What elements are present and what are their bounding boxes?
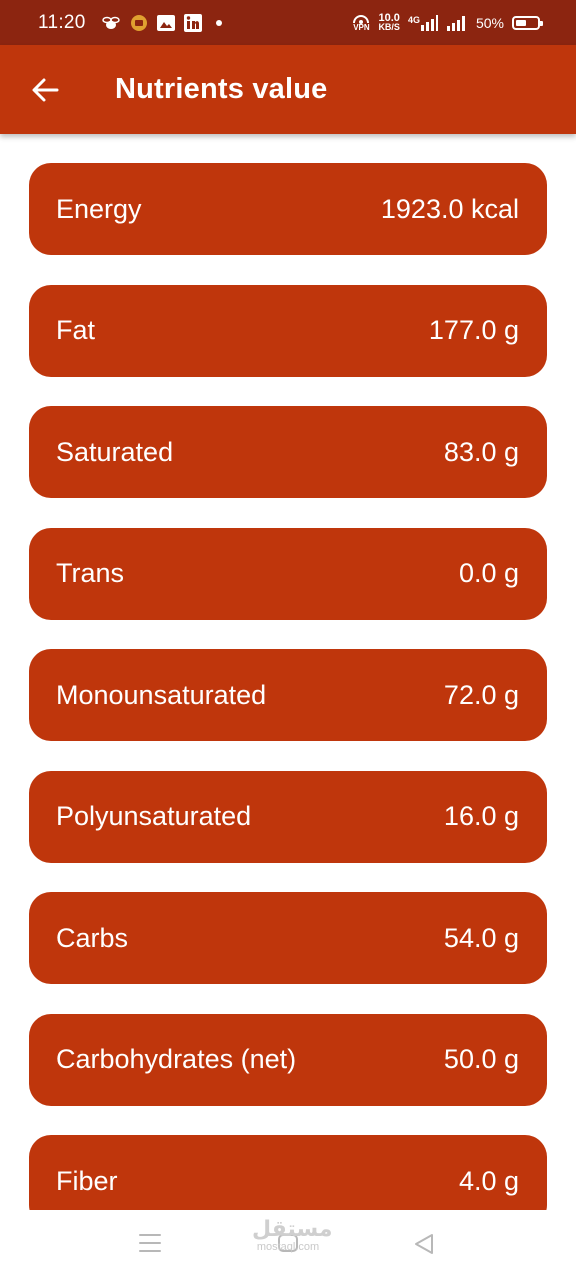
battery-fill [516,19,526,26]
vpn-label: VPN [353,22,370,32]
signal-icon [446,15,468,31]
watermark-arabic: مستقل [252,1216,333,1241]
nutrient-name: Trans [56,558,125,588]
net-speed: 10.0 KB/S [378,12,400,32]
nutrient-item-energy[interactable]: Energy 1923.0 kcal [29,163,547,255]
nutrient-name: Polyunsaturated [56,801,252,831]
system-nav-bar: مستقل mostaql.com [0,1210,576,1280]
notification-icons [100,13,222,32]
nutrient-item-carbohydrates-net[interactable]: Carbohydrates (net) 50.0 g [29,1013,547,1106]
coin-icon [130,14,148,32]
nutrient-item-fiber[interactable]: Fiber 4.0 g [29,1135,547,1210]
net-speed-unit: KB/S [378,21,400,32]
page-title: Nutrients value [115,73,328,105]
nutrient-item-trans[interactable]: Trans 0.0 g [29,527,547,620]
notification-dot-icon [215,19,222,26]
watermark-latin: mostaql.com [256,1241,320,1253]
nutrient-item-monounsaturated[interactable]: Monounsaturated 72.0 g [29,649,547,741]
nutrient-value: 83.0 g [443,436,519,467]
nutrient-item-polyunsaturated[interactable]: Polyunsaturated 16.0 g [29,770,547,863]
nutrient-item-saturated[interactable]: Saturated 83.0 g [29,406,547,498]
back-button[interactable] [15,60,75,120]
nutrient-item-carbs[interactable]: Carbs 54.0 g [29,892,547,984]
back-nav-button[interactable] [412,1232,436,1256]
app-bar: Nutrients value [0,45,576,134]
nutrient-value: 4.0 g [458,1165,519,1196]
photo-icon [156,14,176,32]
nutrient-item-fat[interactable]: Fat 177.0 g [29,284,547,377]
vpn-icon: VPN [352,14,370,32]
battery-icon [512,15,543,30]
nutrient-name: Energy [56,193,142,224]
nutrient-value: 177.0 g [428,315,519,345]
signal-4g-icon: 4G [407,14,438,31]
nutrient-value: 72.0 g [443,679,519,710]
nutrient-name: Carbs [56,922,129,953]
network-type: 4G [407,14,420,25]
linkedin-icon [183,13,202,32]
battery-percent: 50% [475,14,504,31]
nutrient-name: Carbohydrates (net) [56,1044,297,1074]
nutrient-value: 16.0 g [443,801,519,831]
menu-icon [139,1234,161,1252]
system-status: VPN 10.0 KB/S 4G 50% [352,12,543,32]
bee-icon [100,14,122,32]
back-triangle-icon [415,1234,433,1254]
nutrient-name: Saturated [56,436,174,467]
watermark: مستقل mostaql.com [252,1216,333,1253]
nutrient-name: Fiber [56,1165,118,1196]
nutrient-value: 54.0 g [443,922,519,953]
nutrient-name: Monounsaturated [56,679,267,710]
nutrient-value: 1923.0 kcal [380,193,519,224]
nutrient-value: 50.0 g [443,1044,519,1074]
arrow-left-icon [32,78,59,101]
status-time: 11:20 [38,11,86,33]
nutrient-list[interactable]: Energy 1923.0 kcal Fat 177.0 g Saturated… [0,134,576,1210]
nutrient-name: Fat [56,315,96,345]
status-bar: 11:20 VPN 10.0 KB/S 4G 50% [0,0,576,45]
nutrient-value: 0.0 g [458,558,519,588]
menu-button[interactable] [138,1232,162,1254]
